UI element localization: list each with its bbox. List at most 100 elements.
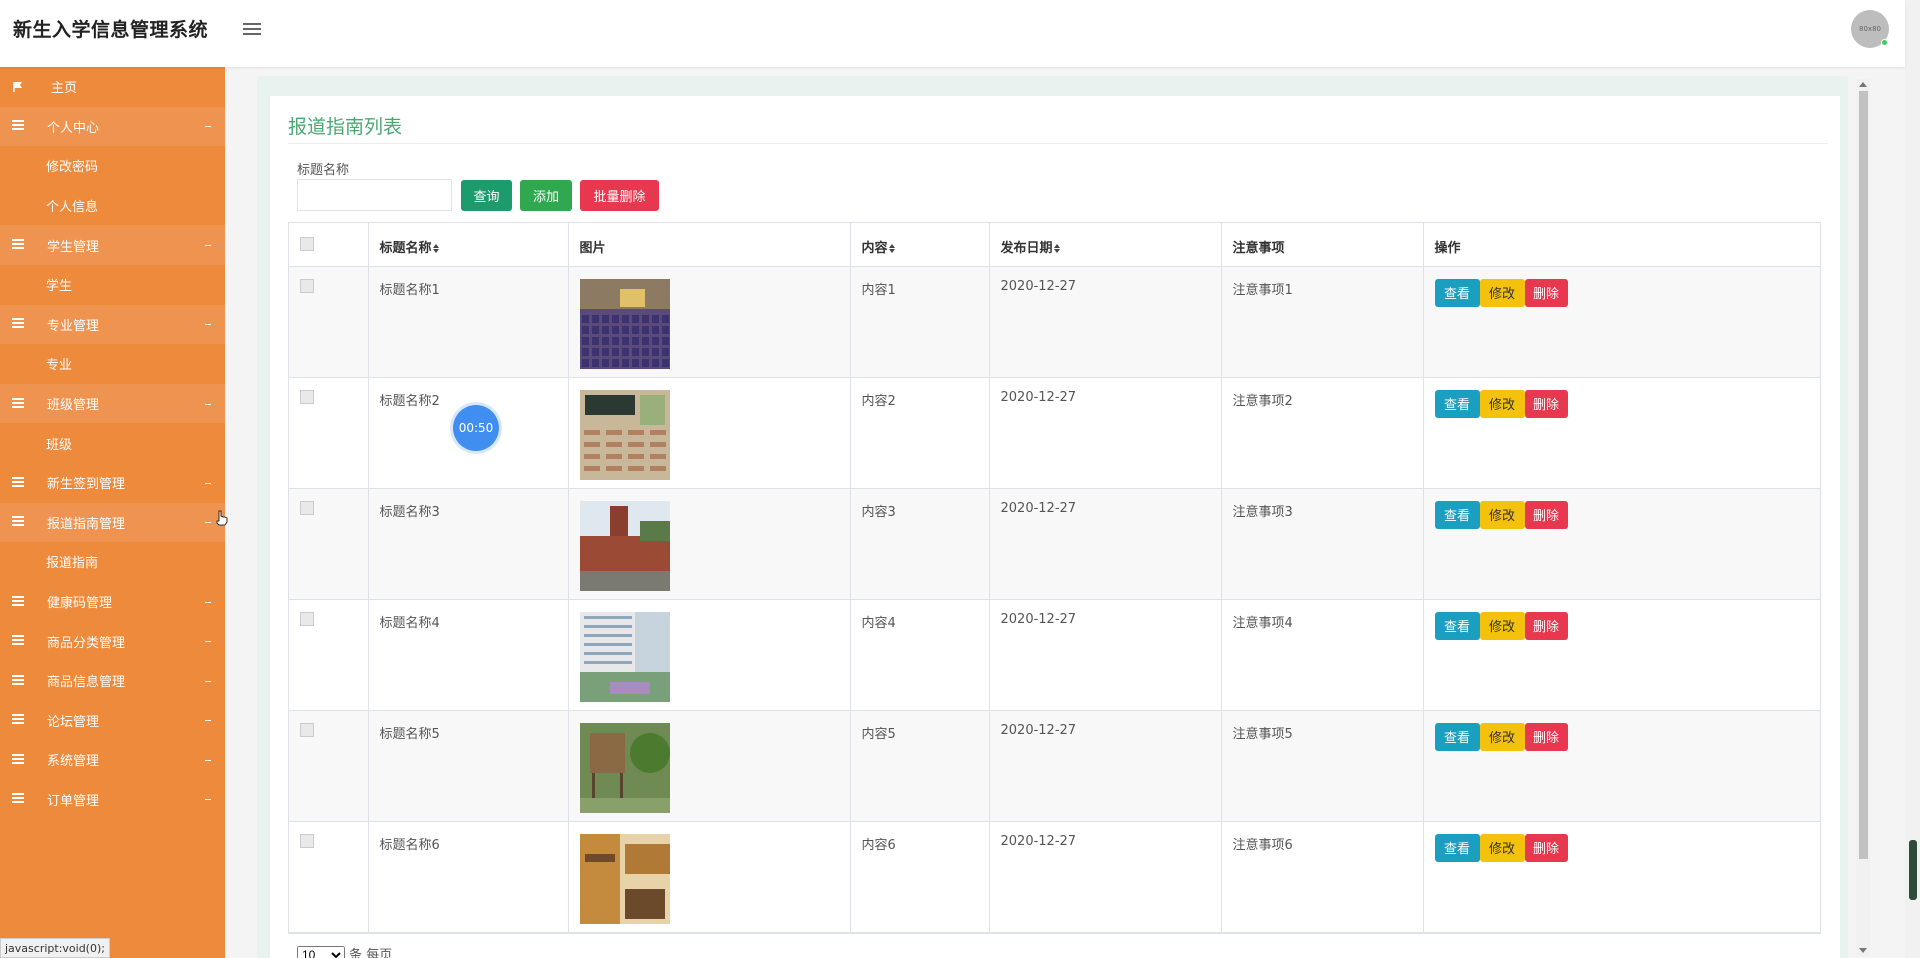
row-select-cell (289, 488, 369, 599)
sidebar-item-0[interactable]: 主页 (0, 67, 225, 107)
edit-button[interactable]: 修改 (1479, 278, 1525, 307)
header-content[interactable]: 内容 (850, 223, 990, 267)
sidebar-item-label: 报道指南 (46, 556, 99, 572)
delete-button[interactable]: 删除 (1524, 278, 1568, 307)
row-checkbox[interactable] (300, 278, 314, 293)
search-input[interactable] (297, 179, 452, 211)
sidebar-item-6[interactable]: 专业管理 (0, 304, 225, 345)
sidebar-item-11[interactable]: 报道指南管理 (0, 502, 225, 543)
thumbnail-image[interactable] (579, 833, 839, 924)
scrollbar-thumb[interactable] (1859, 91, 1868, 859)
view-button[interactable]: 查看 (1434, 389, 1480, 418)
sidebar-item-8[interactable]: 班级管理 (0, 383, 225, 424)
sidebar-item-5[interactable]: 学生 (0, 265, 225, 305)
sidebar-item-label: 个人中心 (47, 120, 100, 136)
sidebar-item-17[interactable]: 系统管理 (0, 740, 225, 780)
delete-button[interactable]: 删除 (1524, 389, 1568, 418)
sidebar-item-4[interactable]: 学生管理 (0, 225, 225, 265)
cell-image (568, 710, 851, 821)
sidebar-item-1[interactable]: 个人中心 (0, 106, 225, 147)
delete-button[interactable]: 删除 (1524, 611, 1568, 640)
sidebar-item-label: 新生签到管理 (47, 477, 126, 493)
view-button[interactable]: 查看 (1434, 500, 1480, 529)
list-icon (12, 476, 24, 489)
delete-button[interactable]: 删除 (1524, 500, 1568, 529)
row-checkbox[interactable] (300, 500, 314, 515)
content-scrollbar[interactable] (1856, 79, 1870, 956)
edit-button[interactable]: 修改 (1479, 611, 1525, 640)
scroll-up-icon[interactable] (1859, 82, 1867, 87)
sidebar-item-label: 订单管理 (47, 793, 100, 809)
sidebar-item-18[interactable]: 订单管理 (0, 779, 225, 820)
edit-button[interactable]: 修改 (1479, 500, 1525, 529)
mouse-pointer-icon (216, 510, 228, 526)
view-button[interactable]: 查看 (1434, 833, 1480, 862)
sidebar-item-2[interactable]: 修改密码 (0, 146, 225, 186)
page-scrollbar[interactable] (1905, 0, 1920, 958)
header-image-label: 图片 (579, 241, 606, 256)
avatar[interactable]: 80x80 (1851, 10, 1889, 48)
sidebar-item-16[interactable]: 论坛管理 (0, 700, 225, 741)
sidebar-item-12[interactable]: 报道指南 (0, 542, 225, 582)
scroll-down-icon[interactable] (1859, 948, 1867, 953)
thumbnail-image[interactable] (579, 500, 839, 591)
sidebar-item-13[interactable]: 健康码管理 (0, 581, 225, 622)
delete-button[interactable]: 删除 (1524, 722, 1568, 751)
row-checkbox[interactable] (300, 833, 314, 848)
list-icon (12, 595, 24, 608)
menu-toggle-icon[interactable] (243, 20, 261, 38)
sidebar-item-7[interactable]: 专业 (0, 344, 225, 384)
cell-image (568, 488, 851, 599)
data-table: 标题名称 图片 内容 发布日期 注意事项 操作 标题名称1 内容1 2020-12-… (288, 222, 1821, 934)
table-row: 标题名称2 内容2 2020-12-27 注意事项2 查看 修改 删除 (289, 377, 1820, 488)
list-icon (12, 793, 24, 805)
sidebar-item-15[interactable]: 商品信息管理 (0, 660, 225, 701)
sidebar-item-14[interactable]: 商品分类管理 (0, 621, 225, 661)
edit-button[interactable]: 修改 (1479, 833, 1525, 862)
header-date[interactable]: 发布日期 (989, 223, 1222, 267)
sidebar-item-label: 修改密码 (46, 160, 99, 176)
header-content-label: 内容 (861, 241, 888, 256)
sidebar-item-10[interactable]: 新生签到管理 (0, 462, 225, 503)
edit-button[interactable]: 修改 (1479, 722, 1525, 751)
cell-note: 注意事项4 (1221, 599, 1424, 710)
search-label: 标题名称 (297, 163, 350, 178)
row-actions: 查看 修改 删除 (1434, 389, 1810, 418)
page-scrollbar-thumb[interactable] (1909, 840, 1917, 900)
list-icon (12, 635, 24, 647)
view-button[interactable]: 查看 (1434, 722, 1480, 751)
page-size-select[interactable]: 10 (297, 946, 345, 958)
thumbnail-image[interactable] (579, 722, 839, 813)
delete-button[interactable]: 删除 (1524, 833, 1568, 862)
collapse-icon (205, 799, 211, 801)
list-icon (12, 120, 24, 132)
collapse-icon (205, 403, 211, 405)
select-all-checkbox[interactable] (300, 237, 314, 251)
header-title[interactable]: 标题名称 (368, 223, 569, 267)
cell-actions: 查看 修改 删除 (1423, 599, 1820, 710)
browser-status-bar: javascript:void(0); (0, 938, 110, 958)
row-actions: 查看 修改 删除 (1434, 278, 1810, 307)
cell-actions: 查看 修改 删除 (1423, 710, 1820, 821)
edit-button[interactable]: 修改 (1479, 389, 1525, 418)
cell-image (568, 821, 851, 932)
row-checkbox[interactable] (300, 611, 314, 626)
row-checkbox[interactable] (300, 722, 314, 737)
batch-delete-button[interactable]: 批量删除 (580, 180, 659, 211)
add-button[interactable]: 添加 (520, 180, 572, 211)
view-button[interactable]: 查看 (1434, 278, 1480, 307)
sidebar-item-label: 学生管理 (47, 239, 100, 255)
collapse-icon (205, 641, 211, 643)
timer-bubble[interactable]: 00:50 (453, 405, 499, 451)
thumbnail-image[interactable] (579, 611, 839, 702)
table-row: 标题名称4 内容4 2020-12-27 注意事项4 查看 修改 删除 (289, 599, 1820, 710)
sidebar-item-3[interactable]: 个人信息 (0, 186, 225, 226)
query-button[interactable]: 查询 (461, 180, 512, 211)
row-checkbox[interactable] (300, 389, 314, 404)
row-select-cell (289, 710, 369, 821)
header-actions-label: 操作 (1434, 241, 1461, 256)
view-button[interactable]: 查看 (1434, 611, 1480, 640)
sidebar-item-9[interactable]: 班级 (0, 423, 225, 463)
thumbnail-image[interactable] (579, 389, 839, 480)
thumbnail-image[interactable] (579, 278, 839, 369)
